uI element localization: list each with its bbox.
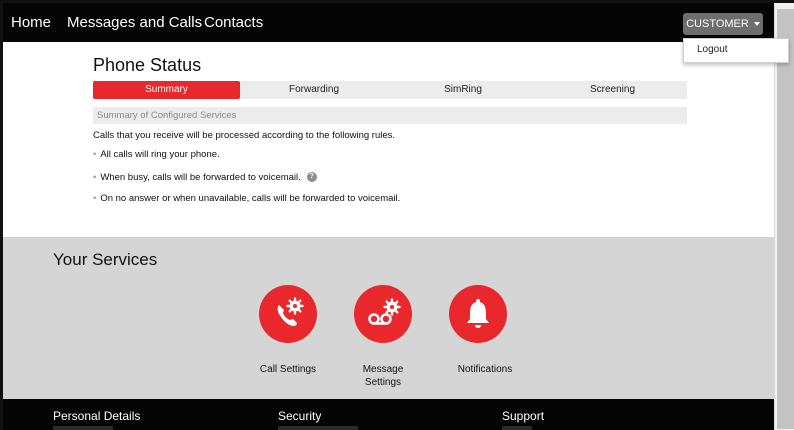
rule-item: • When busy, calls will be forwarded to v… (93, 172, 317, 183)
phone-gear-icon (277, 297, 304, 326)
nav-home-link[interactable]: Home (11, 14, 51, 31)
tab-summary[interactable]: Summary (93, 81, 240, 99)
tab-screening[interactable]: Screening (538, 81, 687, 99)
services-title: Your Services (53, 250, 158, 269)
footer-link-cutoff (502, 426, 532, 430)
rule-item: • All calls will ring your phone. (93, 149, 220, 160)
rules-intro-text: Calls that you receive will be processed… (93, 130, 396, 141)
rule-text: On no answer or when unavailable, calls … (100, 193, 401, 204)
customer-menu-button[interactable]: CUSTOMER (683, 13, 763, 35)
scrollbar-thumb[interactable] (777, 9, 794, 429)
footer-security-heading: Security (278, 409, 322, 423)
call-settings-label[interactable]: Call Settings (253, 363, 323, 376)
footer-link-cutoff (53, 426, 113, 430)
phone-status-tabs: Summary Forwarding SimRing Screening (93, 81, 687, 99)
bell-icon (467, 299, 489, 328)
footer-personal-details-heading: Personal Details (53, 409, 141, 423)
tab-simring[interactable]: SimRing (388, 81, 538, 99)
bullet-icon: • (93, 172, 97, 183)
page-title: Phone Status (93, 55, 202, 75)
customer-dropdown-menu: Logout (683, 38, 789, 63)
footer-support-heading: Support (502, 409, 545, 423)
customer-menu-label: CUSTOMER (686, 18, 749, 30)
voicemail-gear-icon (368, 298, 401, 325)
tab-forwarding[interactable]: Forwarding (240, 81, 388, 99)
nav-messages-calls-link[interactable]: Messages and Calls (67, 14, 202, 31)
rule-text: When busy, calls will be forwarded to vo… (100, 172, 301, 183)
nav-contacts-link[interactable]: Contacts (204, 14, 263, 31)
rule-text: All calls will ring your phone. (100, 149, 220, 160)
services-section: Your Services Call Settings Message Sett… (3, 237, 774, 399)
bullet-icon: • (93, 149, 97, 160)
rule-item: • On no answer or when unavailable, calls… (93, 193, 400, 204)
message-settings-label[interactable]: Message Settings (356, 363, 410, 389)
help-icon[interactable]: ? (306, 172, 317, 183)
vertical-scrollbar[interactable] (774, 3, 794, 430)
message-settings-button[interactable] (354, 285, 412, 343)
call-settings-button[interactable] (259, 285, 317, 343)
browser-viewport: Home Messages and Calls Contacts CUSTOME… (0, 0, 794, 430)
footer-link-cutoff (278, 426, 358, 430)
notifications-button[interactable] (449, 285, 507, 343)
summary-section-header: Summary of Configured Services (93, 107, 687, 124)
notifications-label[interactable]: Notifications (447, 363, 523, 376)
top-navbar: Home Messages and Calls Contacts CUSTOME… (3, 3, 774, 42)
bullet-icon: • (93, 193, 97, 204)
logout-menu-item[interactable]: Logout (697, 44, 728, 55)
caret-down-icon (753, 22, 760, 27)
footer: Personal Details Security Support (3, 399, 774, 430)
